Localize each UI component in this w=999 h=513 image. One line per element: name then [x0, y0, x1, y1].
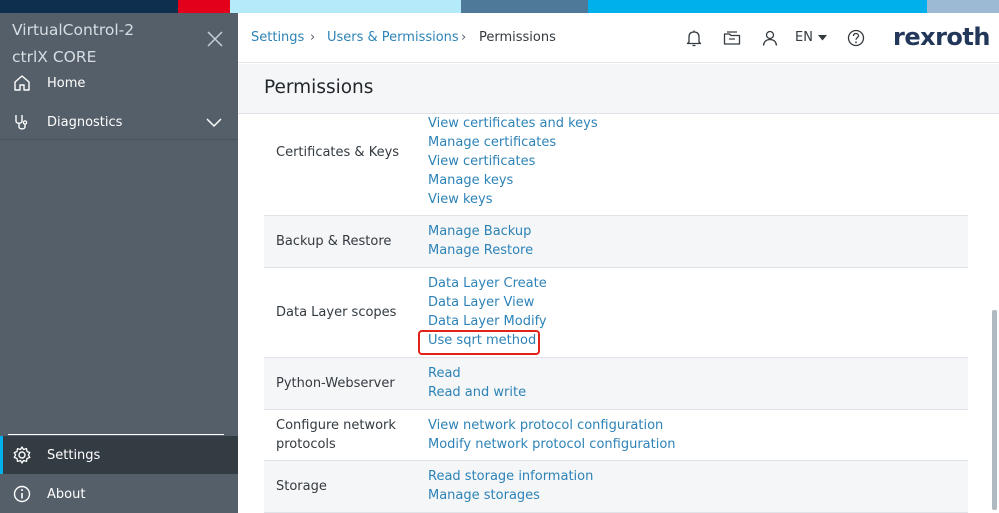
category-label: Python-Webserver — [276, 376, 395, 391]
category-label: Certificates & Keys — [276, 145, 400, 160]
sidebar-item-label: Settings — [47, 447, 101, 463]
table-row: Configure network protocols View network… — [264, 410, 968, 461]
permission-link[interactable]: Data Layer View — [428, 293, 534, 312]
device-info: VirtualControl-2 ctrlX CORE — [12, 17, 134, 71]
strip-segment — [461, 0, 588, 13]
gear-icon — [13, 446, 31, 464]
strip-segment — [927, 0, 999, 13]
user-icon[interactable] — [760, 28, 780, 48]
permission-link[interactable]: Manage certificates — [428, 133, 556, 152]
scrollbar[interactable] — [992, 310, 997, 510]
rexroth-logo: rexroth — [893, 23, 990, 51]
close-icon[interactable] — [205, 29, 225, 49]
permission-link[interactable]: Manage storages — [428, 486, 540, 505]
table-row: Storage Read storage information Manage … — [264, 461, 968, 513]
permission-link[interactable]: Read — [428, 364, 461, 383]
language-selector[interactable]: EN — [795, 30, 813, 45]
breadcrumb-current: Permissions — [479, 30, 556, 45]
header: Settings › Users & Permissions › Permiss… — [238, 13, 999, 63]
permission-link[interactable]: Data Layer Create — [428, 274, 547, 293]
caret-down-icon[interactable] — [818, 35, 827, 41]
sidebar-item-label: Diagnostics — [47, 114, 123, 130]
permission-link[interactable]: View certificates — [428, 152, 535, 171]
bell-icon[interactable] — [684, 28, 704, 48]
strip-segment — [178, 0, 230, 13]
breadcrumb-chevron-icon: › — [461, 30, 467, 45]
strip-segment — [588, 0, 927, 13]
table-row: Backup & Restore Manage Backup Manage Re… — [264, 216, 968, 268]
sidebar-item-home[interactable]: Home — [0, 64, 238, 102]
breadcrumb-chevron-icon: › — [310, 30, 316, 45]
sidebar-item-label: About — [47, 486, 86, 502]
permission-link[interactable]: View network protocol configuration — [428, 416, 663, 435]
divider — [8, 434, 224, 435]
page-title-bar: Permissions — [238, 64, 999, 114]
sidebar: VirtualControl-2 ctrlX CORE Home Diagnos… — [0, 13, 238, 513]
permission-link[interactable]: Manage Backup — [428, 222, 531, 241]
help-icon[interactable] — [846, 28, 866, 48]
table-row: Certificates & Keys View certificates an… — [264, 114, 968, 216]
sidebar-item-about[interactable]: About — [0, 475, 238, 513]
table-row: Python-Webserver Read Read and write — [264, 358, 968, 410]
divider — [0, 139, 238, 140]
sidebar-item-settings[interactable]: Settings — [0, 436, 238, 474]
strip-segment — [0, 0, 178, 13]
sidebar-item-label: Home — [47, 75, 86, 91]
category-label: Configure network — [276, 418, 396, 433]
active-indicator — [0, 436, 3, 474]
permission-link[interactable]: Modify network protocol configuration — [428, 435, 676, 454]
strip-segment — [230, 0, 461, 13]
device-name: VirtualControl-2 — [12, 21, 135, 39]
permission-link[interactable]: View certificates and keys — [428, 114, 598, 133]
folder-icon[interactable] — [722, 28, 742, 48]
permission-link[interactable]: Data Layer Modify — [428, 312, 547, 331]
category-label: Data Layer scopes — [276, 305, 397, 320]
category-label: Backup & Restore — [276, 234, 392, 249]
breadcrumb-settings[interactable]: Settings — [251, 30, 304, 45]
sidebar-item-diagnostics[interactable]: Diagnostics — [0, 103, 238, 141]
table-row: Data Layer scopes Data Layer Create Data… — [264, 268, 968, 358]
page-title: Permissions — [264, 77, 374, 98]
category-label: Storage — [276, 479, 327, 494]
permission-link[interactable]: Read storage information — [428, 467, 593, 486]
stethoscope-icon — [15, 115, 28, 130]
chevron-down-icon[interactable] — [205, 114, 223, 130]
highlight-box — [418, 330, 540, 355]
category-label: protocols — [276, 437, 336, 452]
home-icon — [14, 75, 30, 91]
brand-color-strip — [0, 0, 999, 13]
permission-link[interactable]: Read and write — [428, 383, 526, 402]
breadcrumb-users-permissions[interactable]: Users & Permissions — [327, 30, 459, 45]
permission-link[interactable]: Manage Restore — [428, 241, 533, 260]
info-icon — [13, 485, 31, 503]
permissions-table: Certificates & Keys View certificates an… — [238, 114, 999, 513]
permission-link[interactable]: View keys — [428, 190, 493, 209]
permission-link[interactable]: Manage keys — [428, 171, 513, 190]
